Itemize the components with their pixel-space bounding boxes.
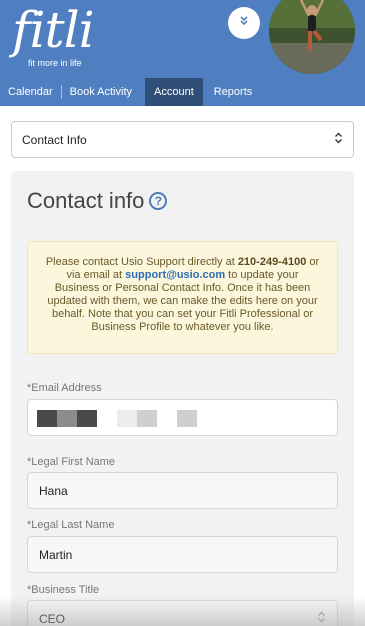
- help-circle-icon[interactable]: ?: [149, 192, 168, 210]
- email-field[interactable]: [27, 399, 338, 436]
- business-title-label: *Business Title: [27, 584, 100, 596]
- first-name-field[interactable]: Hana: [27, 472, 338, 509]
- support-phone: 210-249-4100: [237, 256, 307, 268]
- card-title-text: Contact info: [27, 188, 145, 213]
- notice-prefix: Please contact Usio Support directly at: [45, 256, 238, 268]
- support-email-link[interactable]: support@usio.com: [125, 269, 225, 281]
- profile-avatar[interactable]: [269, 0, 355, 74]
- last-name-field[interactable]: Martin: [27, 536, 338, 573]
- select-updown-icon: [317, 611, 326, 626]
- chevron-double-down-icon: [238, 14, 250, 32]
- business-title-select[interactable]: CEO: [27, 600, 338, 626]
- redacted-email-block: [37, 410, 199, 427]
- select-updown-icon: [334, 132, 343, 147]
- first-name-label: *Legal First Name: [27, 456, 116, 468]
- collapse-header-button[interactable]: [228, 7, 260, 39]
- contact-info-heading: Contact info ?: [27, 188, 168, 214]
- section-select[interactable]: Contact Info: [11, 121, 354, 158]
- app-header: fitli fit more in life Calendar Book Act…: [0, 0, 365, 106]
- tab-reports[interactable]: Reports: [203, 78, 261, 106]
- tab-calendar[interactable]: Calendar: [0, 78, 61, 106]
- last-name-value: Martin: [39, 547, 73, 562]
- first-name-value: Hana: [39, 483, 68, 498]
- fitli-logo[interactable]: fitli fit more in life: [12, 1, 95, 68]
- contact-info-card: Contact info ? Please contact Usio Suppo…: [11, 171, 354, 626]
- logo-wordmark: fitli: [12, 1, 95, 59]
- logo-tagline: fit more in life: [28, 58, 82, 68]
- tab-book-activity[interactable]: Book Activity: [62, 78, 140, 106]
- tab-account[interactable]: Account: [145, 78, 203, 106]
- last-name-label: *Legal Last Name: [27, 519, 115, 531]
- section-select-value: Contact Info: [22, 132, 87, 147]
- support-notice: Please contact Usio Support directly at …: [27, 241, 338, 354]
- business-title-value: CEO: [39, 611, 66, 626]
- main-nav-tabs: Calendar Book Activity Account Reports: [0, 78, 260, 106]
- email-label: *Email Address: [27, 382, 102, 394]
